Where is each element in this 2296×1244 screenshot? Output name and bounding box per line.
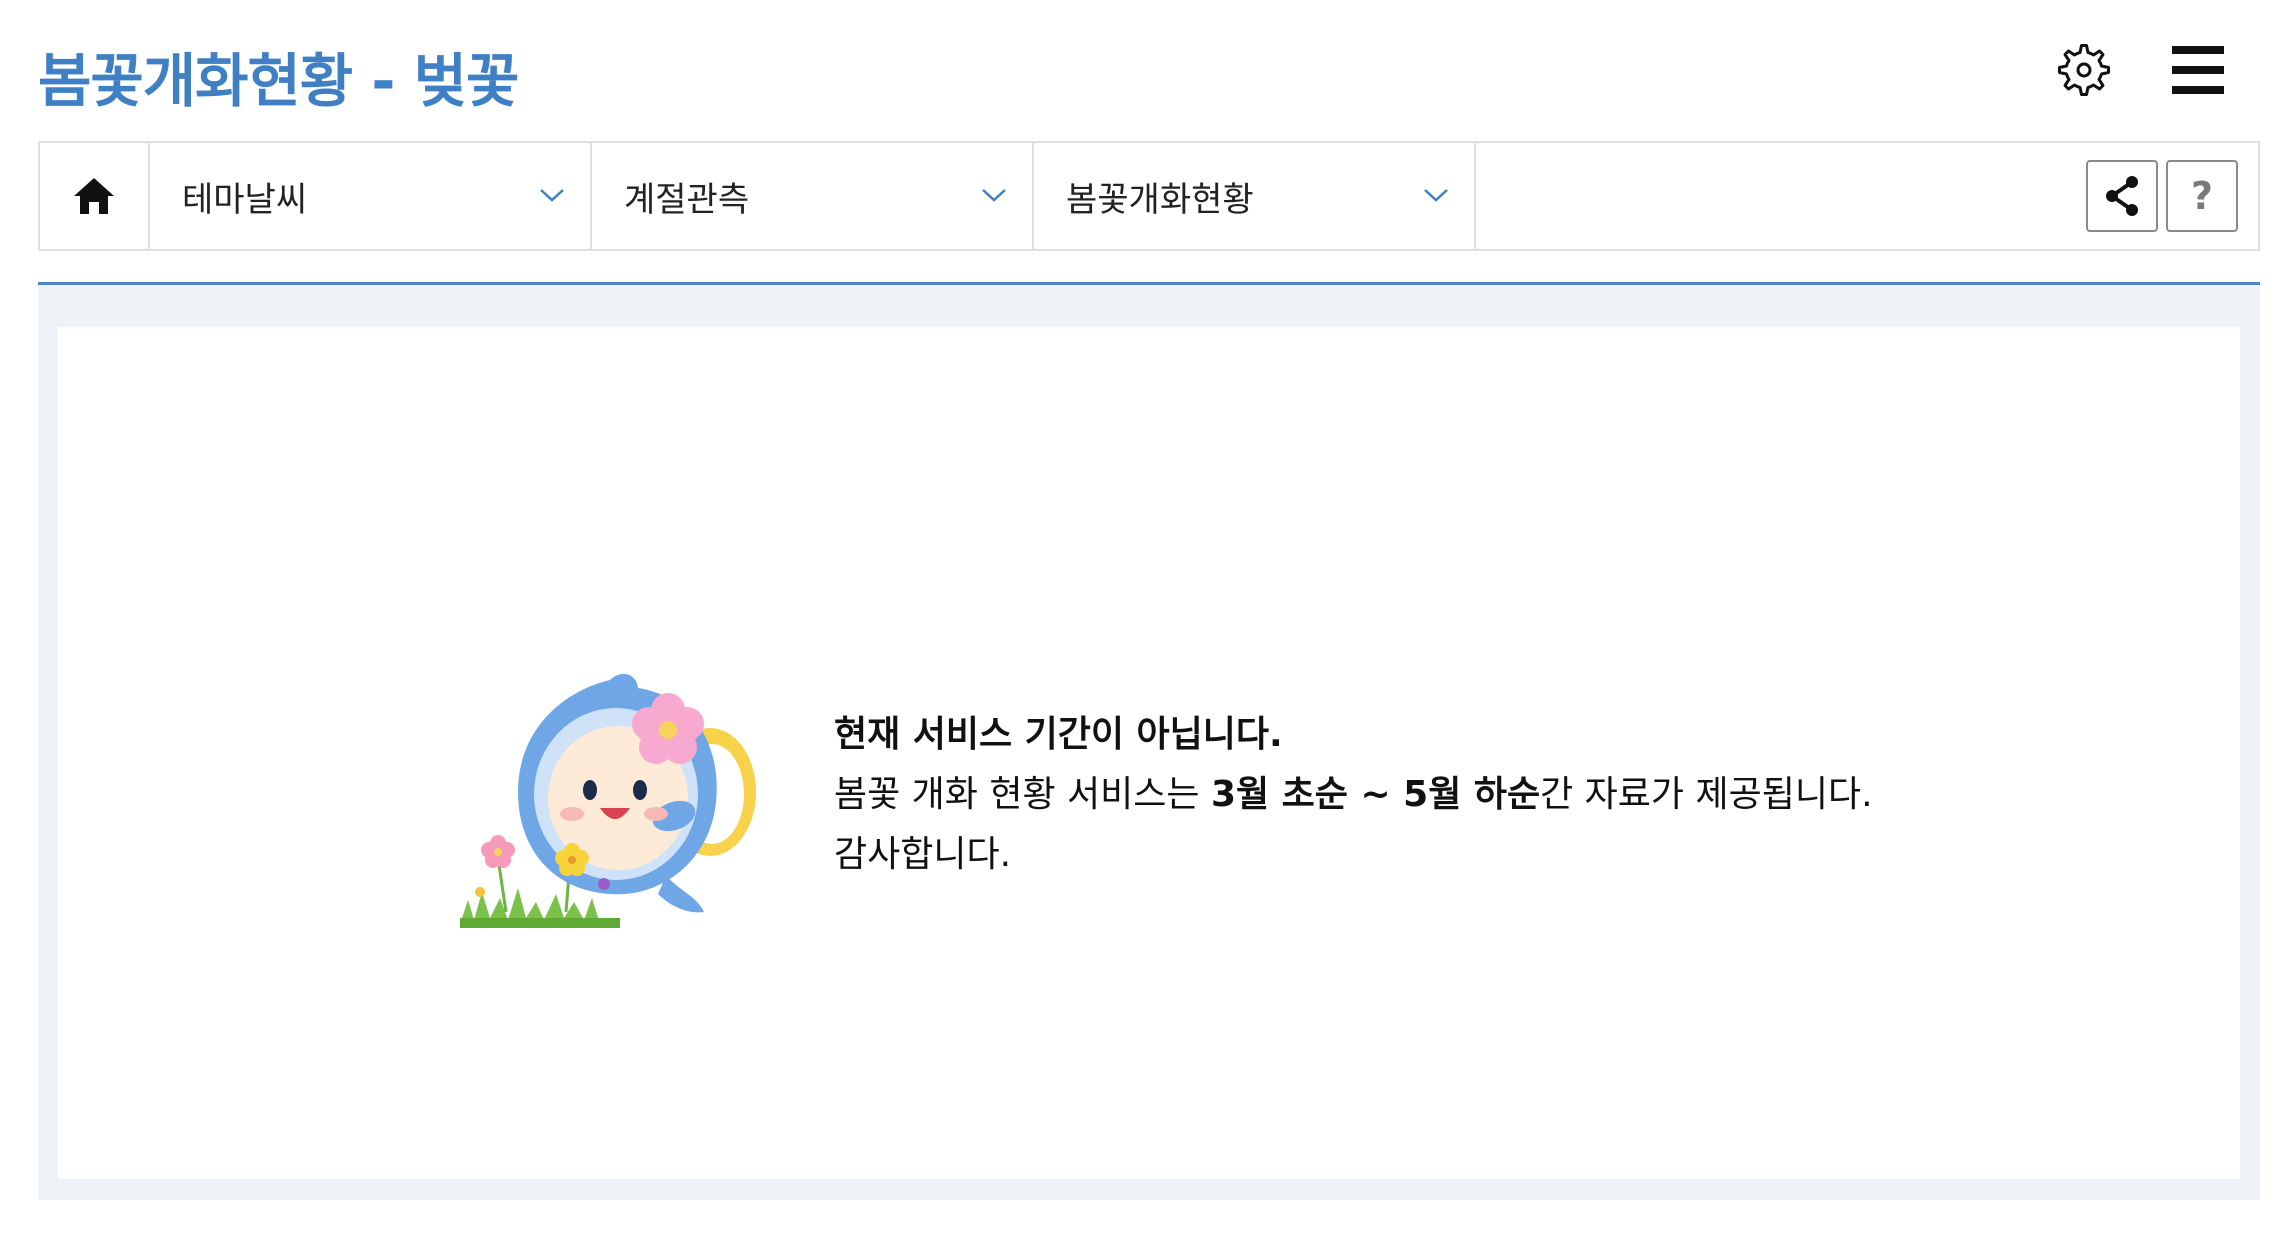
content-area: 현재 서비스 기간이 아닙니다. 봄꽃 개화 현황 서비스는 3월 초순 ~ 5… — [38, 285, 2260, 1200]
notice-detail-suffix: 간 자료가 제공됩니다. — [1540, 774, 1873, 815]
service-notice: 현재 서비스 기간이 아닙니다. 봄꽃 개화 현황 서비스는 3월 초순 ~ 5… — [834, 705, 1873, 885]
nav-actions: ? — [2086, 143, 2258, 249]
nav-select-seasonal-observation[interactable]: 계절관측 — [592, 143, 1034, 249]
page-title: 봄꽃개화현황 - 벚꽃 — [38, 47, 519, 115]
menu-button[interactable] — [2166, 38, 2230, 102]
help-label: ? — [2190, 174, 2214, 218]
share-button[interactable] — [2086, 160, 2158, 232]
mascot-illustration — [460, 673, 756, 928]
nav-select-theme-weather[interactable]: 테마날씨 — [150, 143, 592, 249]
nav-select-label: 테마날씨 — [182, 179, 308, 220]
hamburger-menu-icon — [2172, 46, 2224, 94]
chevron-down-icon — [1424, 189, 1448, 202]
gear-icon — [2058, 44, 2110, 96]
home-button[interactable] — [40, 143, 150, 249]
notice-detail-prefix: 봄꽃 개화 현황 서비스는 — [834, 774, 1211, 815]
help-button[interactable]: ? — [2166, 160, 2238, 232]
chevron-down-icon — [540, 189, 564, 202]
header-actions — [2052, 38, 2230, 102]
notice-card: 현재 서비스 기간이 아닙니다. 봄꽃 개화 현황 서비스는 3월 초순 ~ 5… — [58, 327, 2240, 1179]
notice-detail: 봄꽃 개화 현황 서비스는 3월 초순 ~ 5월 하순간 자료가 제공됩니다. — [834, 765, 1873, 825]
share-icon — [2106, 176, 2138, 216]
home-icon — [74, 178, 114, 214]
notice-heading: 현재 서비스 기간이 아닙니다. — [834, 714, 1283, 755]
nav-select-flower-bloom[interactable]: 봄꽃개화현황 — [1034, 143, 1476, 249]
page-header: 봄꽃개화현황 - 벚꽃 — [0, 0, 2296, 140]
chevron-down-icon — [982, 189, 1006, 202]
location-navbar: 테마날씨 계절관측 봄꽃개화현황 ? — [38, 141, 2260, 251]
settings-button[interactable] — [2052, 38, 2116, 102]
notice-thanks: 감사합니다. — [834, 834, 1012, 875]
nav-select-label: 봄꽃개화현황 — [1066, 179, 1254, 220]
notice-service-period: 3월 초순 ~ 5월 하순 — [1210, 774, 1541, 815]
nav-select-label: 계절관측 — [624, 179, 750, 220]
